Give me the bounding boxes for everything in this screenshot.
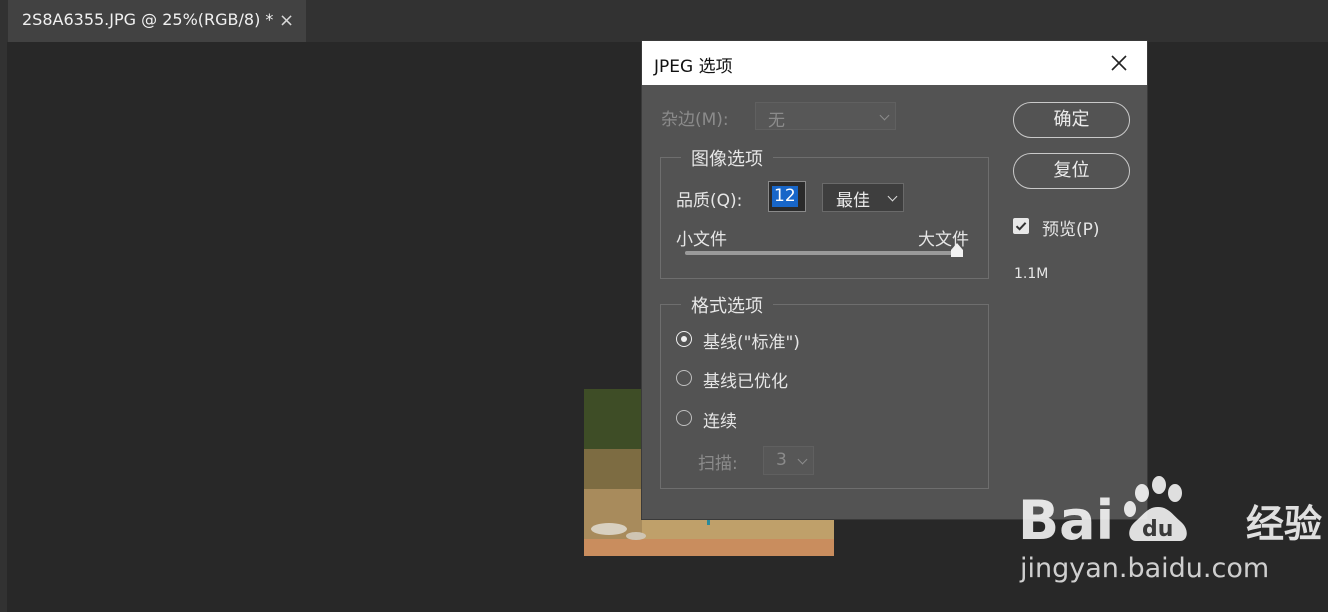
quality-preset-select[interactable]: 最佳 <box>822 183 904 212</box>
ok-button[interactable]: 确定 <box>1013 102 1130 138</box>
radio-baseline-optimized[interactable] <box>676 370 692 386</box>
radio-label-progressive: 连续 <box>703 412 737 432</box>
quality-input[interactable]: 12 <box>768 181 806 212</box>
chevron-down-icon <box>879 110 890 121</box>
file-size-readout: 1.1M <box>1014 266 1049 282</box>
checkmark-icon <box>1015 222 1027 231</box>
quality-input-value: 12 <box>772 186 798 207</box>
document-tab-title: 2S8A6355.JPG @ 25%(RGB/8) * <box>22 10 274 29</box>
quality-label: 品质(Q): <box>676 191 743 211</box>
matte-select[interactable]: 无 <box>755 102 896 131</box>
image-options-group: 图像选项 <box>660 145 989 279</box>
svg-text:Bai: Bai <box>1018 489 1114 552</box>
quality-preset-value: 最佳 <box>836 191 870 211</box>
matte-select-value: 无 <box>768 111 785 131</box>
scans-select[interactable]: 3 <box>763 446 814 475</box>
close-icon[interactable] <box>1108 52 1130 74</box>
radio-baseline-standard[interactable] <box>676 331 692 347</box>
dialog-titlebar: JPEG 选项 <box>642 41 1147 85</box>
format-options-legend: 格式选项 <box>681 292 773 318</box>
dialog-title: JPEG 选项 <box>654 57 733 77</box>
slider-thumb[interactable] <box>951 243 963 257</box>
radio-label-baseline-optimized: 基线已优化 <box>703 372 788 392</box>
left-panel-edge <box>0 42 7 612</box>
reset-button[interactable]: 复位 <box>1013 153 1130 189</box>
document-tab[interactable]: 2S8A6355.JPG @ 25%(RGB/8) * × <box>8 0 306 42</box>
radio-label-baseline-standard: 基线("标准") <box>703 333 800 353</box>
close-tab-icon[interactable]: × <box>279 10 294 31</box>
radio-progressive[interactable] <box>676 410 692 426</box>
baidu-logo: Bai 经验 du <box>1018 476 1322 552</box>
svg-text:经验: 经验 <box>1246 502 1322 546</box>
preview-checkbox[interactable] <box>1013 218 1029 234</box>
scans-select-value: 3 <box>776 450 787 470</box>
slider-min-label: 小文件 <box>676 230 727 250</box>
matte-label: 杂边(M): <box>661 110 729 130</box>
chevron-down-icon <box>887 191 898 202</box>
scans-label: 扫描: <box>698 454 738 474</box>
preview-label: 预览(P) <box>1042 220 1100 240</box>
chevron-down-icon <box>797 454 808 465</box>
jpeg-options-dialog: JPEG 选项 杂边(M): 无 图像选项 品质(Q): 12 最佳 小文件 大… <box>642 41 1147 519</box>
image-options-legend: 图像选项 <box>681 145 773 171</box>
document-tab-bar: 2S8A6355.JPG @ 25%(RGB/8) * × <box>0 0 1328 42</box>
quality-slider-fill <box>685 251 963 255</box>
baidu-jingyan-watermark: Bai 经验 du jingyan.baidu.com <box>1018 467 1328 612</box>
svg-text:du: du <box>1142 517 1173 542</box>
watermark-url: jingyan.baidu.com <box>1020 553 1270 584</box>
quality-slider[interactable] <box>685 243 963 257</box>
